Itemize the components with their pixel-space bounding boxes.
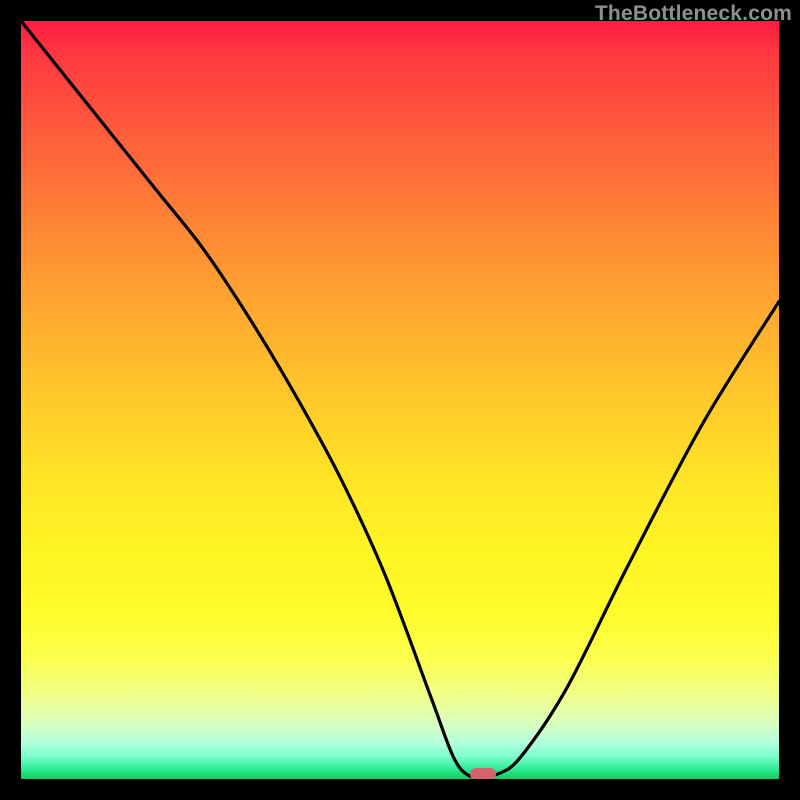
bottleneck-curve [21, 21, 779, 779]
plot-area [21, 21, 779, 779]
optimal-point-marker [470, 768, 496, 779]
chart-root: TheBottleneck.com [0, 0, 800, 800]
